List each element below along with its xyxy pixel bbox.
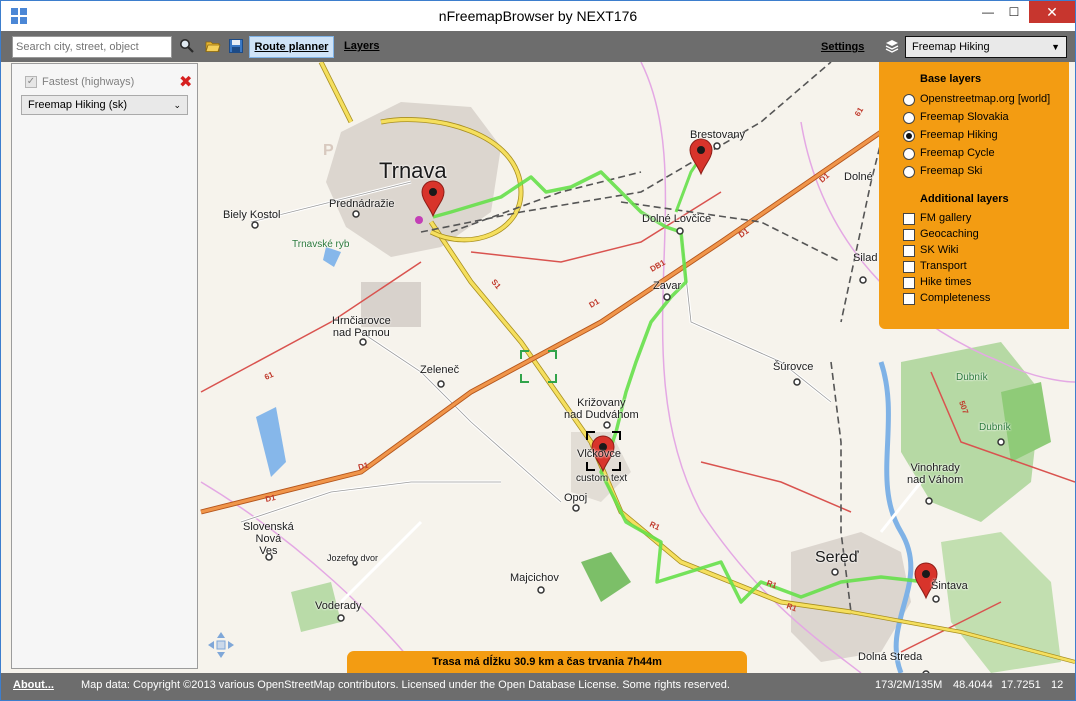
- remove-route-icon[interactable]: ✖: [179, 72, 192, 92]
- place-label: Šúrovce: [773, 361, 814, 373]
- toolbar: Route planner Layers Settings Freemap Hi…: [1, 31, 1075, 62]
- place-label: Križovany nad Dudváhom: [564, 397, 639, 421]
- window-title: nFreemapBrowser by NEXT176: [438, 8, 638, 24]
- route-planner-panel: ✓ Fastest (highways) ✖ Freemap Hiking (s…: [11, 63, 198, 669]
- additional-layer-label: Geocaching: [920, 228, 979, 240]
- place-label: Silad: [853, 252, 878, 264]
- map-type-select[interactable]: Freemap Hiking ▼: [905, 36, 1067, 58]
- forest-area: [581, 552, 631, 602]
- road-label-61: 61: [263, 370, 275, 382]
- latitude-readout: 48.4044: [953, 679, 993, 691]
- base-layer-label: Freemap Slovakia: [920, 111, 1009, 123]
- map-type-value: Freemap Hiking: [912, 41, 990, 53]
- base-layer-radio[interactable]: [903, 112, 915, 124]
- search-input[interactable]: [12, 36, 172, 58]
- place-label: Voderady: [315, 600, 362, 612]
- place-label: Sereď: [815, 549, 859, 566]
- route-summary: Trasa má dĺžku 30.9 km a čas trvania 7h4…: [347, 651, 747, 673]
- route-markers: [421, 138, 938, 600]
- minimize-button[interactable]: —: [975, 1, 1001, 23]
- route-planner-button[interactable]: Route planner: [249, 36, 334, 58]
- dropdown-arrow-icon: ▼: [1051, 42, 1060, 52]
- place-label: Biely Kostol: [223, 209, 281, 221]
- pan-arrows-icon[interactable]: [206, 630, 236, 660]
- base-layers-heading: Base layers: [920, 73, 982, 85]
- road-label-d1: D1: [588, 297, 602, 310]
- tile-info: 173/2M/135M: [875, 679, 943, 691]
- road-label-s1: S1: [489, 278, 503, 292]
- base-layer-label: Freemap Ski: [920, 165, 983, 177]
- close-button[interactable]: ✕: [1029, 1, 1075, 23]
- road-label-r1: R1: [648, 520, 662, 533]
- place-label: Prednádražie: [329, 198, 395, 210]
- lake: [256, 407, 286, 477]
- custom-text-label: custom text: [576, 473, 628, 484]
- place-label: Hrnčiarovce nad Parnou: [332, 315, 391, 339]
- additional-layer-checkbox[interactable]: [903, 245, 915, 257]
- additional-layer-label: Transport: [920, 260, 967, 272]
- place-label: Vinohrady nad Váhom: [907, 462, 964, 486]
- place-label: Dubník: [979, 422, 1011, 433]
- about-link[interactable]: About...: [13, 679, 54, 691]
- place-label: Zavar: [653, 280, 682, 292]
- maximize-button[interactable]: ☐: [1001, 1, 1027, 23]
- layers-panel: Base layers Openstreetmap.org [world] Fre…: [879, 62, 1069, 329]
- additional-layer-label: Hike times: [920, 276, 972, 288]
- base-layer-radio[interactable]: [903, 148, 915, 160]
- base-layer-radio[interactable]: [903, 166, 915, 178]
- place-label: Slovenská Nová Ves: [243, 521, 294, 557]
- search-icon[interactable]: [179, 38, 195, 54]
- status-bar: About... Map data: Copyright ©2013 vario…: [1, 673, 1075, 700]
- fastest-checkbox[interactable]: ✓: [25, 76, 37, 88]
- chevron-down-icon: ⌄: [173, 100, 181, 110]
- additional-layer-checkbox[interactable]: [903, 229, 915, 241]
- map-poi-icons: P: [323, 142, 334, 159]
- place-label: Dolné: [844, 171, 873, 183]
- app-window: nFreemapBrowser by NEXT176 — ☐ ✕ Route p…: [0, 0, 1076, 701]
- folder-icon[interactable]: [205, 38, 221, 54]
- additional-layer-checkbox[interactable]: [903, 293, 915, 305]
- fastest-label: Fastest (highways): [42, 76, 135, 88]
- road-label-61: 61: [853, 105, 866, 118]
- route-map-value: Freemap Hiking (sk): [28, 99, 128, 111]
- parking-icon: P: [323, 142, 334, 159]
- copyright-text: Map data: Copyright ©2013 various OpenSt…: [81, 679, 730, 691]
- additional-layer-label: SK Wiki: [920, 244, 959, 256]
- place-label: Zeleneč: [420, 364, 460, 376]
- layers-stack-icon: [885, 40, 899, 53]
- additional-layer-checkbox[interactable]: [903, 277, 915, 289]
- place-label: Trnava: [379, 158, 447, 183]
- hospital-icon: [415, 216, 423, 224]
- place-label: Opoj: [564, 492, 588, 504]
- route-map-select[interactable]: Freemap Hiking (sk) ⌄: [21, 95, 188, 115]
- base-layer-radio[interactable]: [903, 94, 915, 106]
- layers-link[interactable]: Layers: [344, 40, 379, 52]
- place-label: Vlčkovce: [577, 448, 622, 460]
- place-label: Dubník: [956, 372, 988, 383]
- zoom-level: 12: [1051, 679, 1064, 691]
- place-label: Šintava: [931, 580, 968, 592]
- longitude-readout: 17.7251: [1001, 679, 1041, 691]
- place-label: Jozefov dvor: [327, 553, 379, 563]
- base-layer-label: Freemap Hiking: [920, 129, 998, 141]
- place-label: Dolná Streda: [858, 651, 923, 663]
- place-label: Trnavské ryb: [292, 239, 350, 250]
- additional-layer-checkbox[interactable]: [903, 213, 915, 225]
- additional-layer-label: FM gallery: [920, 212, 972, 224]
- additional-layers-heading: Additional layers: [920, 193, 1009, 205]
- additional-layer-label: Completeness: [920, 292, 991, 304]
- road-label-d1: D1: [357, 460, 370, 471]
- base-layer-radio[interactable]: [903, 130, 915, 142]
- base-layer-label: Openstreetmap.org [world]: [920, 93, 1051, 105]
- base-layer-label: Freemap Cycle: [920, 147, 995, 159]
- save-icon[interactable]: [228, 38, 244, 54]
- settings-link[interactable]: Settings: [821, 41, 864, 53]
- place-label: Brestovany: [690, 129, 746, 141]
- additional-layer-checkbox[interactable]: [903, 261, 915, 273]
- place-label: Dolné Lovčice: [642, 213, 712, 225]
- place-label: Majcichov: [510, 572, 559, 584]
- title-bar: nFreemapBrowser by NEXT176 — ☐ ✕: [1, 1, 1075, 31]
